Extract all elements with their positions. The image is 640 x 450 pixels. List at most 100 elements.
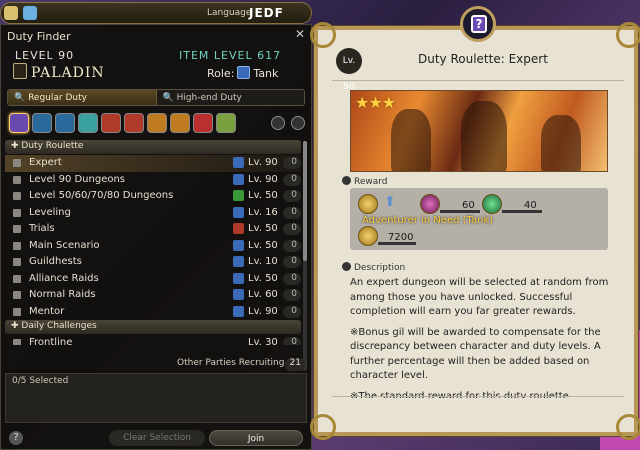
close-icon[interactable]: ✕ [295,27,305,41]
tank-icon [233,272,244,284]
checkbox[interactable] [13,175,21,184]
poetics-icon [482,194,502,214]
duty-level: Lv. 10 [248,256,278,267]
party-icon[interactable] [23,6,37,20]
duty-name: Frontline [29,337,73,345]
sort-icon[interactable] [271,116,285,130]
duty-level: Lv. 30 [248,337,278,345]
gil-value: 7200 [388,232,414,243]
list-item[interactable]: Mentor Lv. 90 0 [5,304,301,321]
description-label: Description [354,263,406,273]
language-label: Language [207,8,252,18]
gold-saucer-icon[interactable] [216,113,236,133]
refresh-icon[interactable] [291,116,305,130]
duty-level: Lv. 50 [248,190,278,201]
pvp-icon[interactable] [147,113,167,133]
raid-2-icon[interactable] [124,113,144,133]
list-item[interactable]: Guildhests Lv. 10 0 [5,254,301,271]
description-heading: Description [342,262,405,273]
question-icon: ? [471,15,487,33]
crossed-swords-icon[interactable] [193,113,213,133]
list-item[interactable]: Normal Raids Lv. 60 0 [5,287,301,304]
checkbox[interactable] [13,274,21,283]
join-button[interactable]: Join [209,430,303,446]
tab-regular-label: Regular Duty [28,93,87,103]
ornament-corner [616,22,640,48]
completion-count: 0 [283,337,301,345]
scrollbar[interactable] [303,141,307,371]
duty-level: Lv. 16 [248,206,278,218]
reward-box: ⬆ 60 40 Adventurer in Need (Tank) 7200 [350,188,608,250]
checkbox[interactable] [13,307,21,316]
duty-detail-panel: ? Lv. 90 Duty Roulette: Expert ★★★ Rewar… [310,6,640,440]
completion-count: 0 [283,206,301,219]
list-item[interactable]: Alliance Raids Lv. 50 0 [5,271,301,288]
checkbox[interactable] [13,291,21,299]
section-daily-challenges[interactable]: ✚ Daily Challenges [5,320,301,334]
tank-icon [233,256,244,267]
duty-level: Lv. 50 [248,272,278,284]
duty-finder-window: Duty Finder ✕ LEVEL 90 ITEM LEVEL 617 PA… [0,24,312,450]
section-duty-roulette[interactable]: ✚ Duty Roulette [5,140,301,154]
checkbox[interactable] [13,225,21,233]
role-display: Role: Tank [207,66,278,80]
tab-regular-duty[interactable]: 🔍 Regular Duty [8,90,157,105]
list-item[interactable]: Trials Lv. 50 0 [5,221,301,238]
duty-name: Trials [29,223,55,234]
scrollbar-thumb[interactable] [303,141,307,261]
duty-level: Lv. 50 [248,239,278,251]
raid-icon[interactable] [101,113,121,133]
duty-list: ✚ Duty Roulette Expert Lv. 90 0 Level 90 D… [5,140,301,345]
adventurer-in-need-label: Adventurer in Need (Tank) [362,215,494,226]
duty-level: Lv. 90 [248,173,278,185]
duty-name: Expert [29,157,62,168]
list-item[interactable]: Main Scenario Lv. 50 0 [5,238,301,255]
checkbox[interactable] [13,208,21,217]
language-selector[interactable]: JEDF [249,6,284,20]
checkbox[interactable] [13,192,21,200]
ornament-corner [310,22,336,48]
pvp-2-icon[interactable] [170,113,190,133]
reward-b-value: 40 [524,200,537,211]
completion-count: 0 [283,289,301,301]
duty-name: Leveling [29,206,71,218]
selected-count: 0/5 Selected [12,376,69,386]
other-parties-label: Other Parties Recruiting [177,358,285,368]
list-item[interactable]: Expert Lv. 90 0 [5,155,301,172]
checkbox[interactable] [13,339,21,345]
compass-icon[interactable] [4,6,18,20]
completion-count: 0 [283,272,301,285]
help-icon[interactable]: ? [9,431,23,445]
banner-figure [461,101,507,171]
healer-icon [233,190,244,201]
divider [332,80,624,81]
reward-icon [342,176,351,185]
checkbox[interactable] [13,241,21,250]
reward-a-value: 60 [462,200,475,211]
roulette-icon[interactable] [9,113,29,133]
top-bar: Language JEDF [0,2,312,24]
list-item[interactable]: Level 50/60/70/80 Dungeons Lv. 50 0 [5,188,301,205]
dungeon-icon[interactable] [32,113,52,133]
completion-count: 0 [283,190,301,202]
duty-name: Alliance Raids [29,272,99,284]
duty-name: Level 50/60/70/80 Dungeons [29,190,174,201]
tab-high-end-duty[interactable]: 🔍 High-end Duty [156,90,304,105]
completion-count: 0 [283,239,301,252]
arrow-up-icon: ⬆ [384,194,396,210]
adventurer-bonus-icon [358,194,378,214]
guildhest-icon[interactable] [55,113,75,133]
checkbox[interactable] [13,258,21,266]
list-item[interactable]: Level 90 Dungeons Lv. 90 0 [5,172,301,189]
duty-level: Lv. 90 [248,157,278,168]
banner-figure [541,115,581,171]
selection-box: 0/5 Selected [5,373,307,423]
list-item[interactable]: Frontline Lv. 30 0 [5,335,301,345]
checkbox[interactable] [13,159,21,167]
list-item[interactable]: Leveling Lv. 16 0 [5,205,301,222]
description-icon [342,262,351,271]
clear-selection-button[interactable]: Clear Selection [109,430,205,446]
completion-count: 0 [283,173,301,186]
trial-icon[interactable] [78,113,98,133]
duty-title: Duty Roulette: Expert [418,52,548,66]
